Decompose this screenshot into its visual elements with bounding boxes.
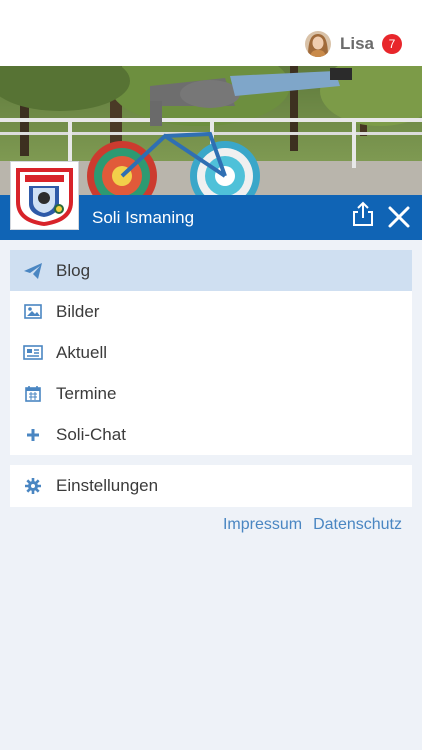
newspaper-icon [10, 332, 56, 373]
menu-item-label: Aktuell [56, 342, 108, 362]
club-name: Soli Ismaning [92, 208, 195, 227]
menu-item-label: Bilder [56, 301, 100, 321]
gear-icon [10, 466, 56, 507]
calendar-icon [10, 373, 56, 414]
footer-links: Impressum Datenschutz [223, 516, 402, 534]
menu-item-soli-chat[interactable]: Soli-Chat [10, 414, 412, 455]
image-icon [10, 291, 56, 332]
menu-item-label: Termine [56, 383, 117, 403]
menu-item-blog[interactable]: Blog [10, 250, 412, 291]
close-icon[interactable] [386, 204, 412, 230]
share-icon[interactable] [350, 201, 376, 227]
user-name[interactable]: Lisa [340, 34, 374, 54]
menu-item-aktuell[interactable]: Aktuell [10, 332, 412, 373]
top-bar: Lisa 7 [0, 0, 422, 66]
menu-item-bilder[interactable]: Bilder [10, 291, 412, 332]
menu-item-label: Soli-Chat [56, 424, 126, 444]
main-menu: Blog Bilder Aktuell Termine Soli-Chat [10, 250, 412, 455]
impressum-link[interactable]: Impressum [223, 516, 302, 534]
club-logo [10, 161, 79, 230]
settings-item[interactable]: Einstellungen [10, 465, 412, 507]
user-profile[interactable]: Lisa 7 [304, 30, 402, 58]
datenschutz-link[interactable]: Datenschutz [313, 516, 402, 534]
plus-icon [10, 414, 56, 455]
settings-label: Einstellungen [56, 476, 159, 495]
menu-item-label: Blog [56, 260, 91, 280]
menu-item-termine[interactable]: Termine [10, 373, 412, 414]
paper-plane-icon [10, 250, 56, 291]
notification-badge[interactable]: 7 [382, 34, 402, 54]
user-avatar[interactable] [304, 31, 331, 57]
